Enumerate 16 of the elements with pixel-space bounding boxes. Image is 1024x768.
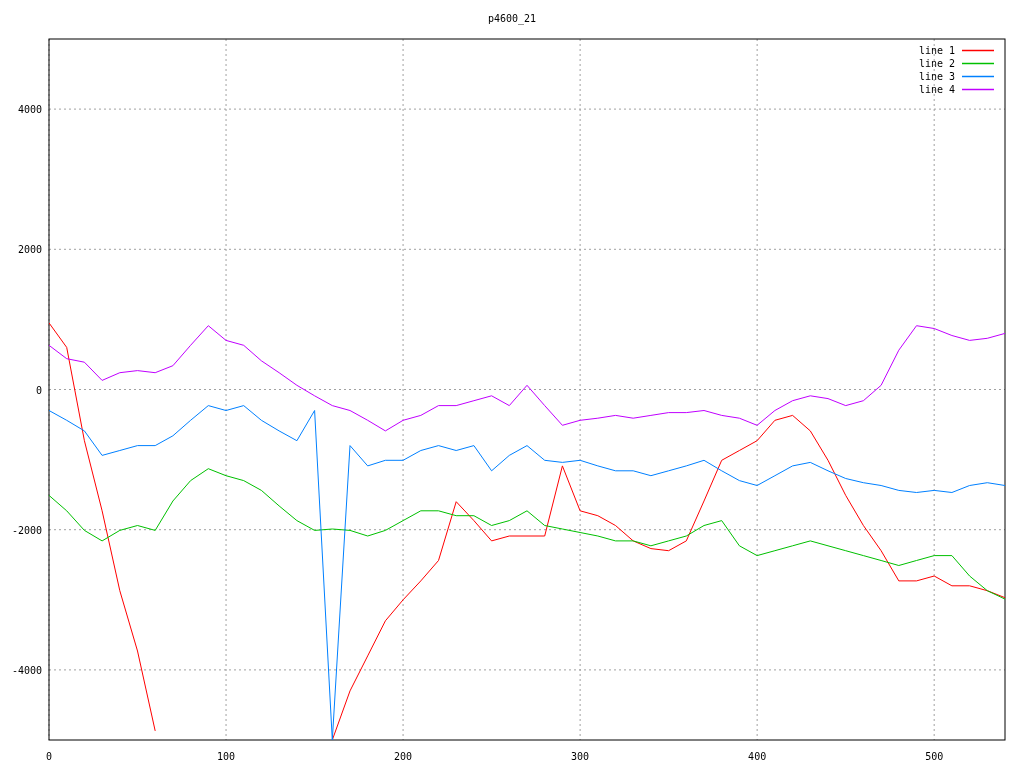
axis-tick-label: 300	[571, 751, 590, 762]
axis-tick-label: -4000	[11, 664, 42, 676]
axis-tick-label: 4000	[17, 104, 42, 116]
legend-label: line 1	[918, 45, 955, 56]
legend-label: line 2	[918, 58, 955, 69]
legend-label: line 4	[918, 84, 955, 95]
legend-label: line 3	[918, 71, 955, 82]
axis-tick-label: 100	[217, 751, 236, 762]
axis-tick-label: 2000	[17, 244, 42, 256]
axis-tick-label: 200	[394, 751, 413, 762]
axis-tick-label: 0	[35, 384, 42, 396]
axis-tick-label: -2000	[11, 524, 42, 536]
axis-tick-label: 0	[46, 751, 52, 762]
axis-tick-label: 500	[925, 751, 944, 762]
axis-tick-label: 400	[748, 751, 767, 762]
chart-title: p4600_21	[487, 13, 537, 24]
